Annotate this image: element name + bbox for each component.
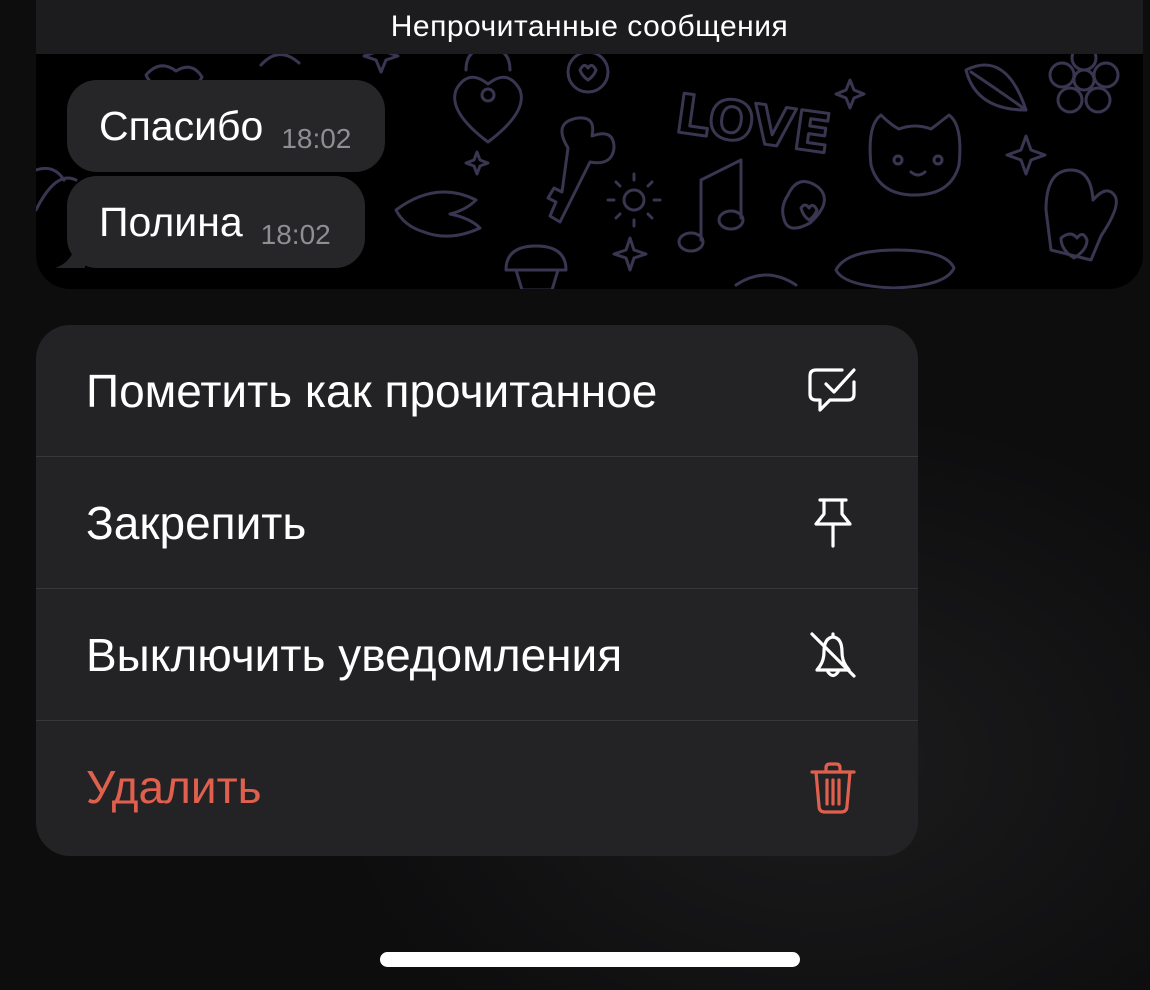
- home-indicator[interactable]: [380, 952, 800, 967]
- unread-messages-banner: Непрочитанные сообщения: [36, 0, 1143, 54]
- message-time: 18:02: [281, 123, 352, 154]
- message-time: 18:02: [260, 219, 331, 250]
- message-text: Полина: [99, 198, 243, 245]
- svg-text:LOVE: LOVE: [672, 82, 835, 166]
- menu-item-delete[interactable]: Удалить: [36, 721, 918, 853]
- message-bubble: Полина 18:02: [55, 176, 365, 268]
- message-text: Спасибо: [99, 102, 264, 149]
- menu-item-mark-read[interactable]: Пометить как прочитанное: [36, 325, 918, 457]
- pin-icon: [814, 497, 852, 548]
- message-bubble: Спасибо 18:02: [67, 80, 386, 172]
- bell-off-icon: [810, 631, 856, 678]
- chat-preview: LOVE Непрочитанные сообщения Спасибо 18:…: [36, 0, 1143, 289]
- menu-item-label: Закрепить: [86, 496, 307, 549]
- bubble-tail: [55, 240, 85, 268]
- menu-item-mute[interactable]: Выключить уведомления: [36, 589, 918, 721]
- trash-icon: [810, 762, 856, 814]
- menu-item-label: Выключить уведомления: [86, 628, 623, 681]
- context-menu: Пометить как прочитанное Закрепить Выклю…: [36, 325, 918, 856]
- menu-item-label: Пометить как прочитанное: [86, 364, 658, 417]
- mark-read-icon: [808, 367, 856, 412]
- menu-item-pin[interactable]: Закрепить: [36, 457, 918, 589]
- menu-item-label: Удалить: [86, 761, 262, 813]
